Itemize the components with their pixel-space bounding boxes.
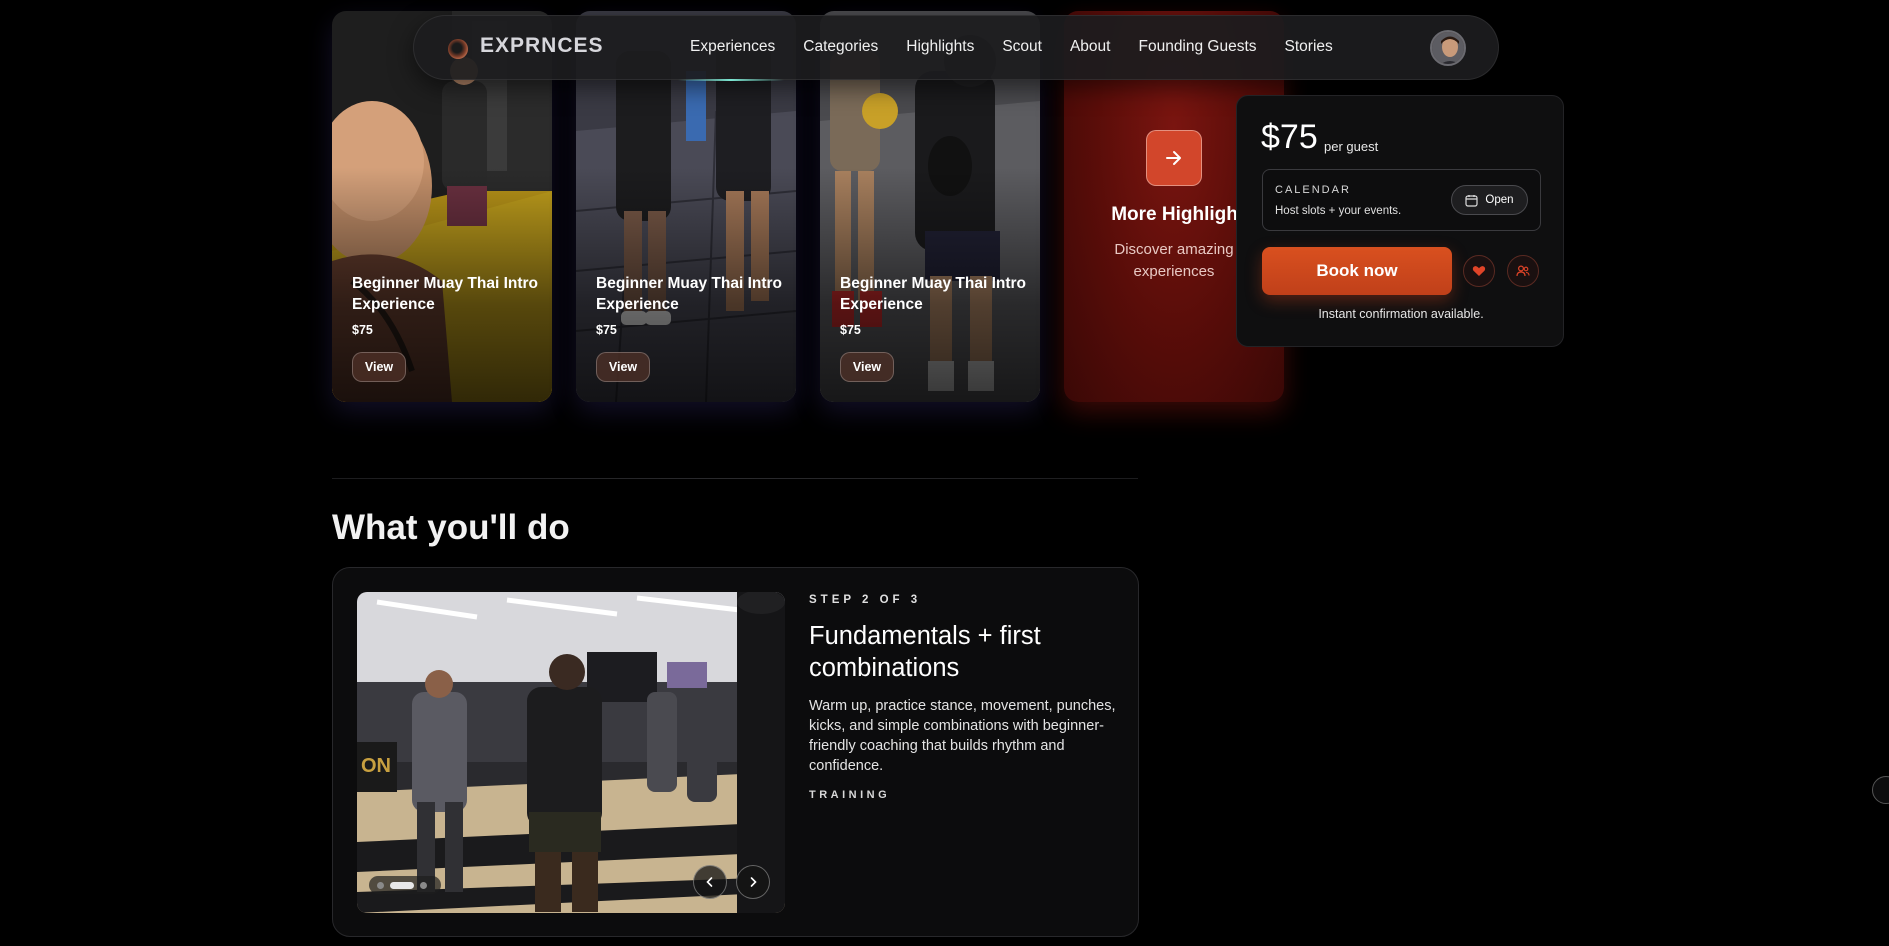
user-avatar[interactable] [1430,30,1466,66]
calendar-box: CALENDAR Host slots + your events. Open [1262,169,1541,231]
step-title: Fundamentals + first combinations [809,622,1041,682]
highlight-title: Beginner Muay Thai Intro Experience [840,275,1027,313]
arrow-right-icon[interactable] [1146,130,1202,186]
instant-confirmation-note: Instant confirmation available. [1318,307,1484,321]
step-counter: STEP 2 OF 3 [809,594,922,606]
highlight-price: $75 [840,323,861,337]
price-per-guest: $75 [1261,118,1318,156]
section-title: What you'll do [332,508,570,547]
calendar-subtitle: Host slots + your events. [1275,205,1402,217]
carousel-prev-button[interactable] [693,865,727,899]
highlight-price: $75 [596,323,617,337]
active-nav-indicator [678,79,784,81]
highlight-title: Beginner Muay Thai Intro Experience [596,275,783,313]
step-tag: TRAINING [809,789,891,801]
highlight-price: $75 [352,323,373,337]
nav-scout[interactable]: Scout [1002,38,1042,56]
brand-logo-icon[interactable] [448,39,468,59]
nav-founding-guests[interactable]: Founding Guests [1138,38,1256,56]
open-calendar-button[interactable]: Open [1451,185,1528,215]
section-divider [332,478,1138,479]
group-booking-button[interactable] [1507,255,1539,287]
carousel-next-button[interactable] [736,865,770,899]
svg-text:ON: ON [361,755,391,777]
more-highlights-subtitle: Discover amazing experiences [1114,241,1234,280]
view-button[interactable]: View [352,352,406,382]
nav-highlights[interactable]: Highlights [906,38,974,56]
calendar-icon [1465,194,1479,207]
carousel-dot-active[interactable] [390,881,414,889]
chevron-right-icon [750,877,757,887]
brand-name[interactable]: EXPRNCES [480,34,604,58]
favorite-button[interactable] [1463,255,1495,287]
nav-categories[interactable]: Categories [803,38,878,56]
step-photo: ON [357,592,785,913]
nav-experiences[interactable]: Experiences [690,38,775,56]
view-button[interactable]: View [596,352,650,382]
step-card: ON STEP 2 OF 3 Fundamentals + first comb… [332,567,1139,937]
top-navbar: EXPRNCES Experiences Categories Highligh… [413,15,1499,81]
per-guest-label: per guest [1324,139,1379,154]
nav-about[interactable]: About [1070,38,1111,56]
book-now-button[interactable]: Book now [1262,247,1452,295]
carousel-dot[interactable] [377,881,384,889]
chevron-left-icon [706,877,713,887]
calendar-label: CALENDAR [1275,184,1351,196]
floating-widget-icon[interactable] [1872,776,1889,804]
carousel-dots [369,876,441,894]
view-button[interactable]: View [840,352,894,382]
heart-icon [1472,266,1486,276]
open-label: Open [1485,194,1514,206]
booking-panel: $75 per guest CALENDAR Host slots + your… [1236,95,1564,347]
step-description: Warm up, practice stance, movement, punc… [809,698,1116,774]
users-icon [1516,265,1530,277]
nav-links: Experiences Categories Highlights Scout … [690,38,1361,56]
highlight-title: Beginner Muay Thai Intro Experience [352,275,539,313]
carousel-dot[interactable] [420,881,427,889]
nav-stories[interactable]: Stories [1285,38,1333,56]
